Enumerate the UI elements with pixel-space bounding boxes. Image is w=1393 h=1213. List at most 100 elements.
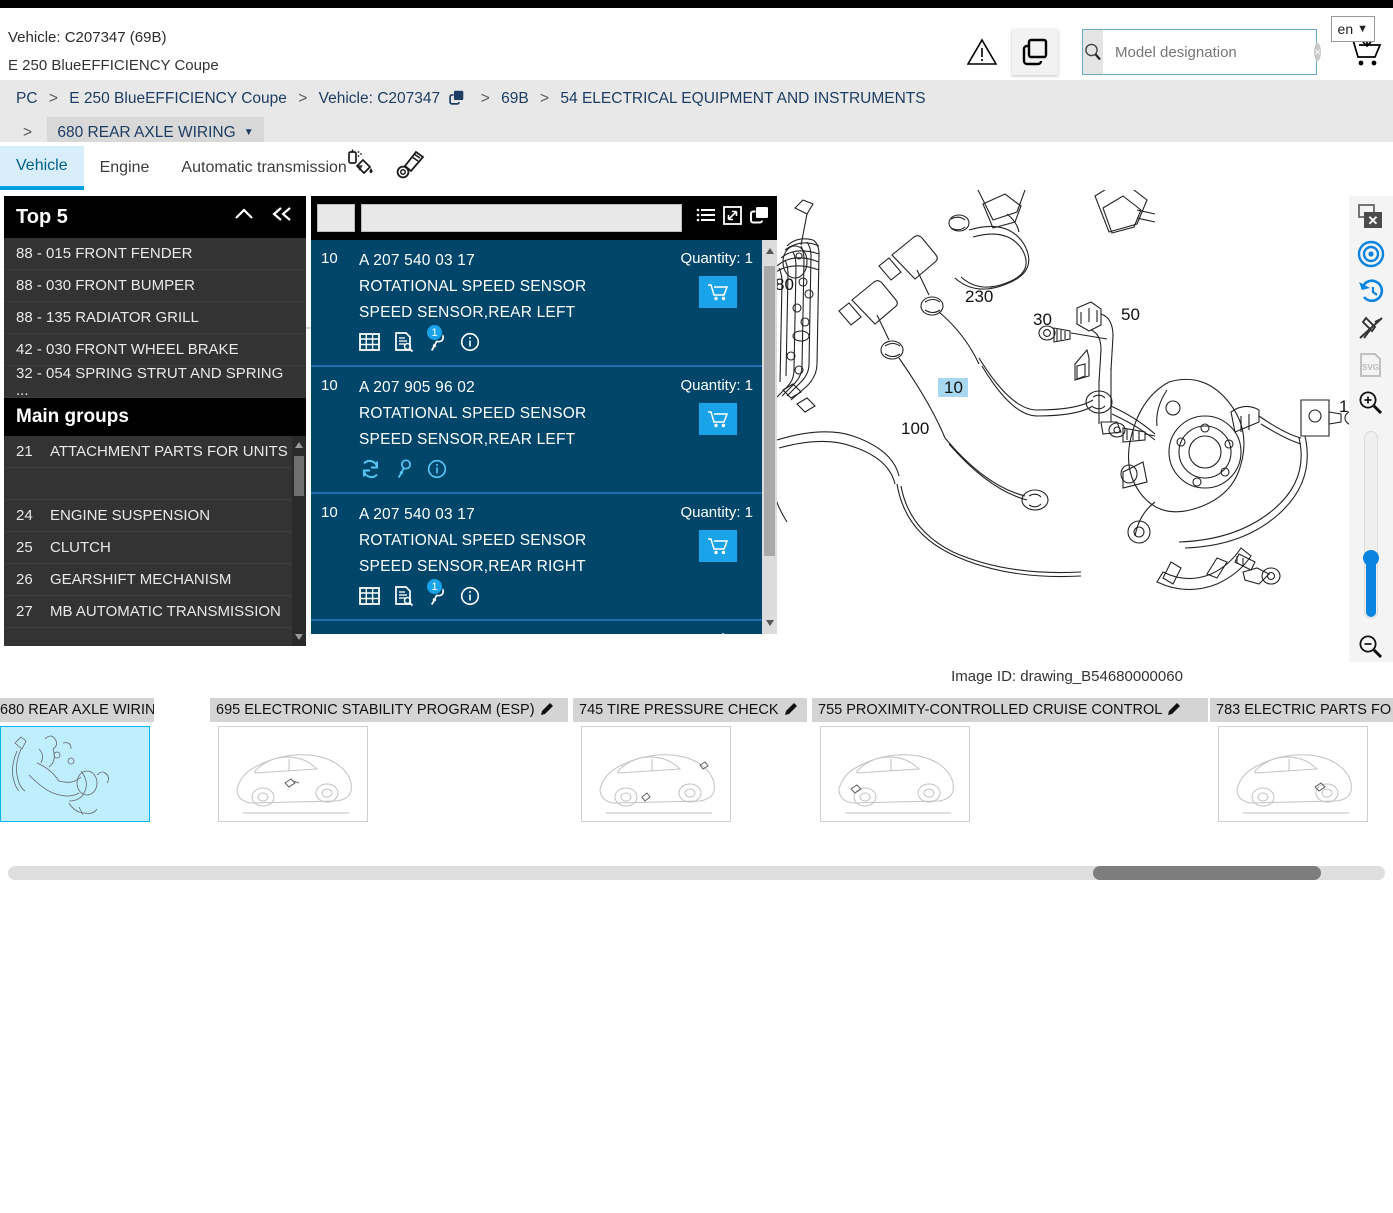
- svg-text:50: 50: [1121, 305, 1140, 324]
- parts-filter-pos-input[interactable]: [317, 204, 355, 232]
- parts-drawing[interactable]: 80 230 30 50 10 100 13: [777, 190, 1393, 665]
- scroll-down-arrow-icon[interactable]: [295, 634, 303, 640]
- unpin-icon[interactable]: [1354, 314, 1388, 343]
- table-row[interactable]: 10 A 207 540 03 17 ROTATIONAL SPEED SENS…: [311, 240, 777, 367]
- expand-arrows-icon[interactable]: [723, 206, 742, 230]
- model-search-box[interactable]: ×: [1082, 29, 1322, 75]
- list-view-icon[interactable]: [696, 207, 716, 230]
- clear-model-search-icon[interactable]: ×: [1314, 43, 1322, 61]
- list-item[interactable]: 42 - 030 FRONT WHEEL BRAKE: [4, 334, 306, 366]
- thumbnail-caption[interactable]: 755 PROXIMITY-CONTROLLED CRUISE CONTROL: [812, 698, 1208, 722]
- thumb-drawing-wiring: [12, 735, 109, 816]
- list-item[interactable]: 26 GEARSHIFT MECHANISM: [4, 564, 306, 596]
- list-item[interactable]: 27 MB AUTOMATIC TRANSMISSION: [4, 596, 306, 628]
- scrollbar-thumb[interactable]: [1093, 866, 1321, 880]
- scrollbar-thumb[interactable]: [294, 456, 304, 496]
- thumbnail-strip: 680 REAR AXLE WIRING 695 ELECTRONIC STAB…: [0, 698, 1393, 858]
- thumbnail-item[interactable]: 783 ELECTRIC PARTS FO: [1210, 698, 1393, 822]
- fastener-bolt-icon[interactable]: [396, 148, 428, 185]
- chevron-double-left-icon[interactable]: [270, 205, 294, 229]
- thumbnail-label: 695 ELECTRONIC STABILITY PROGRAM (ESP): [216, 702, 535, 718]
- thumbnail-image[interactable]: [0, 726, 150, 822]
- horizontal-scrollbar[interactable]: [8, 866, 1385, 880]
- paint-code-icon[interactable]: [344, 148, 376, 185]
- info-circle-icon[interactable]: [427, 459, 447, 484]
- breadcrumb-item-group[interactable]: 54 ELECTRICAL EQUIPMENT AND INSTRUMENTS: [560, 90, 925, 107]
- breadcrumb-item-model[interactable]: E 250 BlueEFFICIENCY Coupe: [69, 90, 287, 107]
- thumbnail-image[interactable]: [1218, 726, 1368, 822]
- thumbnail-item[interactable]: 695 ELECTRONIC STABILITY PROGRAM (ESP): [210, 698, 568, 822]
- scrollbar-thumb[interactable]: [764, 266, 775, 556]
- search-icon[interactable]: [1083, 30, 1103, 74]
- table-grid-icon[interactable]: [359, 332, 380, 357]
- list-item[interactable]: 88 - 015 FRONT FENDER: [4, 238, 306, 270]
- breadcrumb-item-69b[interactable]: 69B: [501, 90, 529, 107]
- list-item[interactable]: 88 - 030 FRONT BUMPER: [4, 270, 306, 302]
- parts-list-scrollbar[interactable]: [762, 240, 777, 634]
- zoom-out-icon[interactable]: [1354, 633, 1388, 662]
- info-circle-icon[interactable]: [460, 332, 480, 357]
- scroll-down-arrow-icon[interactable]: [765, 620, 774, 626]
- warning-triangle-icon[interactable]: [960, 30, 1004, 74]
- add-to-cart-icon[interactable]: [699, 530, 737, 562]
- list-item[interactable]: 24 ENGINE SUSPENSION: [4, 500, 306, 532]
- thumbnail-item[interactable]: 680 REAR AXLE WIRING: [0, 698, 154, 822]
- thumbnail-item[interactable]: 755 PROXIMITY-CONTROLLED CRUISE CONTROL: [812, 698, 1208, 822]
- copy-vehicle-icon[interactable]: [448, 89, 465, 115]
- edit-icon[interactable]: [540, 701, 555, 719]
- parts-list[interactable]: 10 A 207 540 03 17 ROTATIONAL SPEED SENS…: [311, 240, 777, 634]
- thumbnail-caption[interactable]: 680 REAR AXLE WIRING: [0, 698, 154, 722]
- parts-filter-text-input[interactable]: [361, 204, 682, 232]
- scroll-up-arrow-icon[interactable]: [765, 248, 774, 254]
- chevron-up-icon[interactable]: [232, 205, 256, 229]
- key-icon[interactable]: [395, 459, 413, 484]
- table-row[interactable]: 10 A 207 540 03 17 ROTATIONAL SPEED SENS…: [311, 494, 777, 621]
- zoom-in-icon[interactable]: [1354, 388, 1388, 417]
- list-item[interactable]: 21 ATTACHMENT PARTS FOR UNITS: [4, 436, 306, 468]
- table-row[interactable]: 10 A 207 905 96 02 ROTATIONAL SPEED SENS…: [311, 367, 777, 494]
- list-item[interactable]: 32 - 054 SPRING STRUT AND SPRING ...: [4, 365, 306, 399]
- thumbnail-label: 783 ELECTRIC PARTS FO: [1216, 702, 1392, 718]
- thumbnail-image[interactable]: [820, 726, 970, 822]
- replacement-arrows-icon[interactable]: [359, 459, 381, 484]
- status-badge: 1: [426, 324, 443, 341]
- breadcrumb-item-vehicle[interactable]: Vehicle: C207347: [319, 90, 441, 107]
- thumbnail-image[interactable]: [218, 726, 368, 822]
- thumbnail-caption[interactable]: 783 ELECTRIC PARTS FO: [1210, 698, 1393, 722]
- main-groups-list: 21 ATTACHMENT PARTS FOR UNITS 24 ENGINE …: [4, 436, 306, 646]
- document-search-icon[interactable]: 1: [394, 324, 443, 357]
- close-window-icon[interactable]: ✕: [1354, 202, 1388, 231]
- thumbnail-item[interactable]: 745 TIRE PRESSURE CHECK: [573, 698, 807, 822]
- svg-export-icon[interactable]: SVG: [1354, 351, 1388, 380]
- language-selector[interactable]: en ▼: [1330, 16, 1375, 42]
- breadcrumb-item-pc[interactable]: PC: [16, 90, 38, 107]
- list-item[interactable]: 25 CLUTCH: [4, 532, 306, 564]
- thumbnail-image[interactable]: [581, 726, 731, 822]
- history-undo-icon[interactable]: [1354, 276, 1388, 305]
- copy-icon[interactable]: [749, 206, 769, 230]
- edit-icon[interactable]: [784, 701, 799, 719]
- list-item[interactable]: 88 - 135 RADIATOR GRILL: [4, 302, 306, 334]
- table-grid-icon[interactable]: [359, 586, 380, 611]
- info-circle-icon[interactable]: [460, 586, 480, 611]
- zoom-slider[interactable]: [1363, 431, 1379, 619]
- breadcrumb: PC > E 250 BlueEFFICIENCY Coupe > Vehicl…: [16, 86, 1046, 150]
- list-item[interactable]: [4, 468, 306, 500]
- tab-engine[interactable]: Engine: [84, 146, 166, 190]
- thumbnail-caption[interactable]: 695 ELECTRONIC STABILITY PROGRAM (ESP): [210, 698, 568, 722]
- copy-documents-icon[interactable]: [1012, 29, 1058, 75]
- main-groups-scrollbar[interactable]: [292, 436, 306, 646]
- status-badge: 1: [426, 578, 443, 595]
- edit-icon[interactable]: [1168, 701, 1182, 719]
- model-search-input[interactable]: [1103, 30, 1314, 74]
- scroll-up-arrow-icon[interactable]: [295, 442, 303, 448]
- thumbnail-caption[interactable]: 745 TIRE PRESSURE CHECK: [573, 698, 807, 722]
- target-locate-icon[interactable]: [1354, 239, 1388, 268]
- tab-vehicle[interactable]: Vehicle: [0, 146, 84, 190]
- add-to-cart-icon[interactable]: [699, 276, 737, 308]
- zoom-slider-knob[interactable]: [1363, 549, 1379, 566]
- table-row[interactable]: 10 A 207 905 96 02 Quantity: 1: [311, 621, 777, 634]
- document-search-icon[interactable]: 1: [394, 578, 443, 611]
- group-label: MB AUTOMATIC TRANSMISSION: [50, 603, 281, 620]
- add-to-cart-icon[interactable]: [699, 403, 737, 435]
